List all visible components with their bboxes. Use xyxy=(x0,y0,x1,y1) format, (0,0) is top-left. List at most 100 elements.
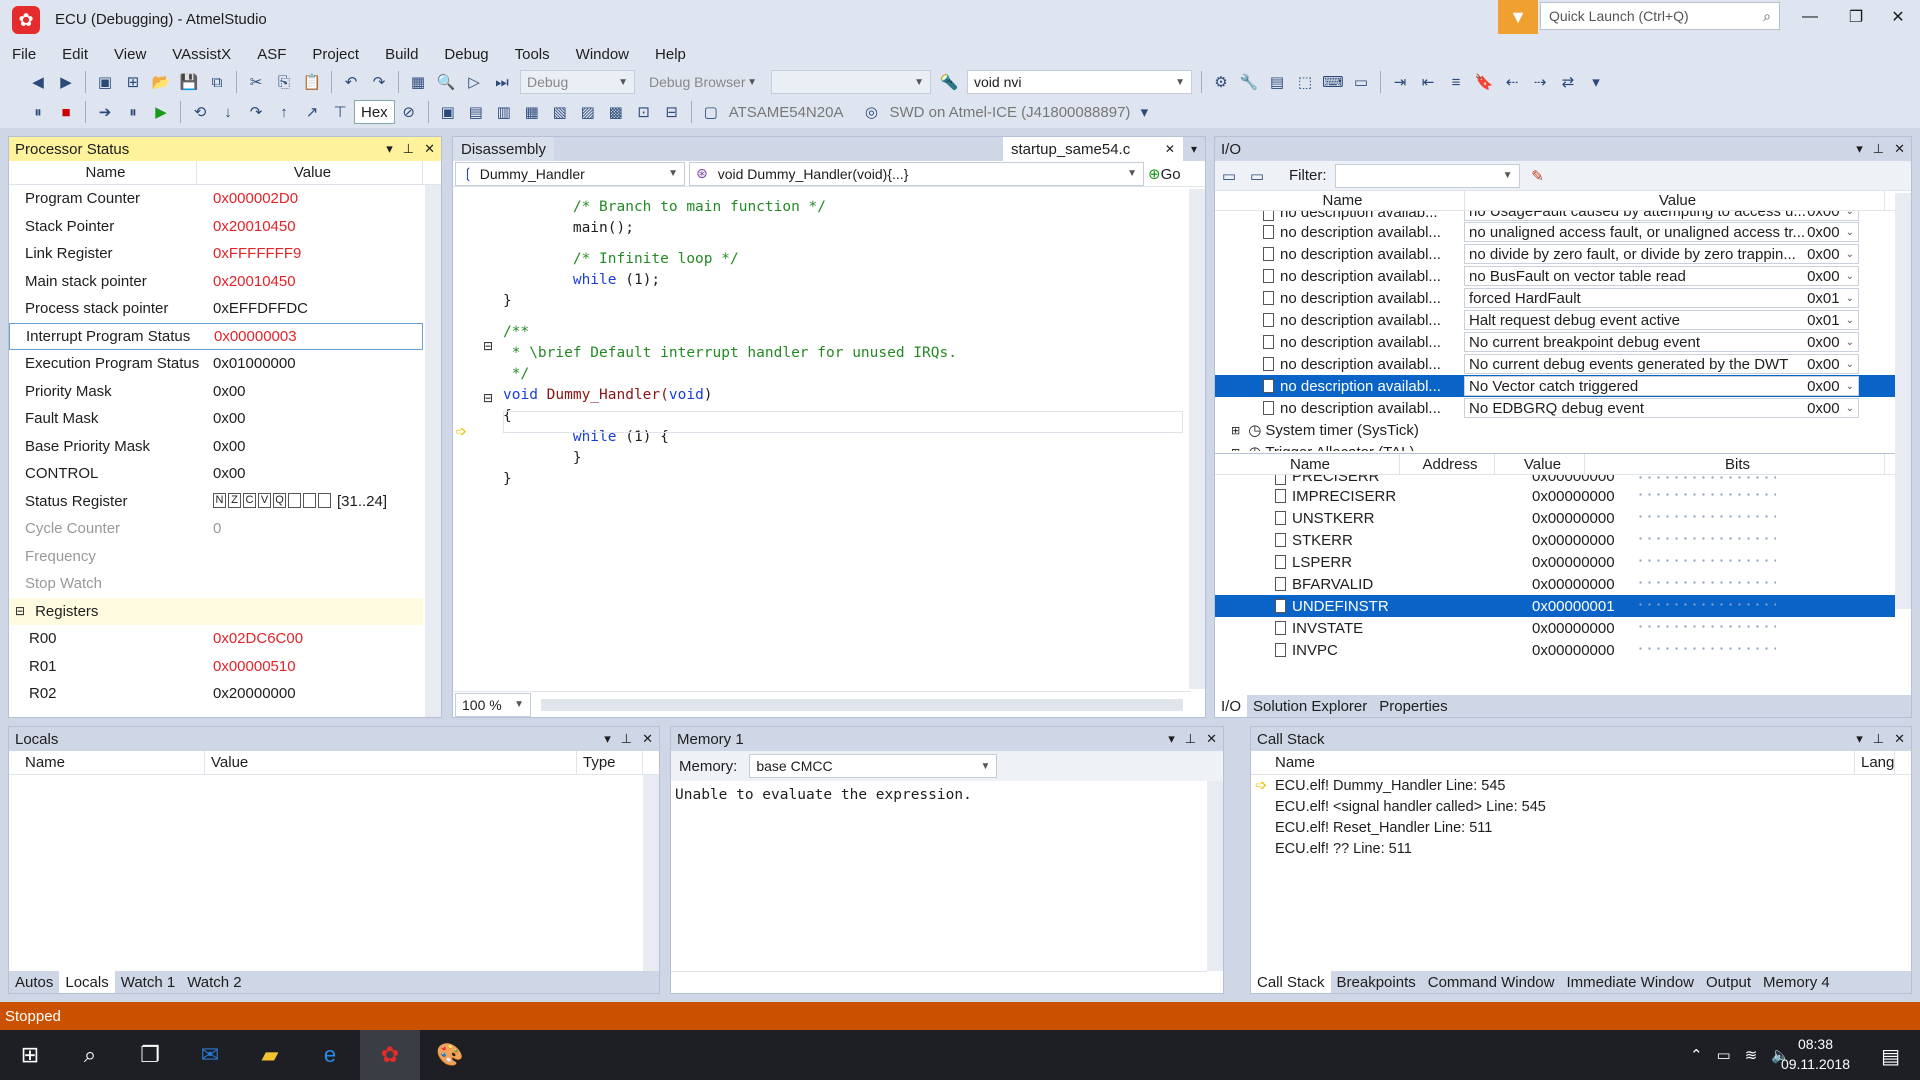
menu-project[interactable]: Project xyxy=(312,46,359,63)
callstack-frame[interactable]: ECU.elf! ?? Line: 511 xyxy=(1251,838,1911,859)
bit-grid[interactable] xyxy=(1636,600,1776,612)
io-field-row[interactable]: no description availabl... No EDBGRQ debu… xyxy=(1215,397,1895,419)
edge-icon[interactable]: e xyxy=(300,1030,360,1080)
bits-value-column-header[interactable]: Value xyxy=(1495,454,1585,474)
bitfield-row[interactable]: PRECISERR 0x00000000 xyxy=(1215,475,1895,485)
locals-scrollbar[interactable] xyxy=(643,775,659,971)
paint-icon[interactable]: 🎨 xyxy=(420,1030,480,1080)
close-icon[interactable]: ✕ xyxy=(1206,731,1217,747)
tab-i-o[interactable]: I/O xyxy=(1215,695,1248,717)
bits-name-column-header[interactable]: Name xyxy=(1215,454,1400,474)
tab-watch-2[interactable]: Watch 2 xyxy=(181,971,247,993)
name-column-header[interactable]: Name xyxy=(9,161,197,184)
view-list-icon[interactable]: ▭ xyxy=(1218,165,1240,187)
device-icon[interactable]: ▢ xyxy=(700,101,722,123)
memory-scrollbar[interactable] xyxy=(1207,781,1223,971)
dropdown-icon[interactable]: ▾ xyxy=(604,731,611,747)
pin-icon[interactable]: ⊥ xyxy=(1873,141,1884,157)
toolbar-overflow-icon[interactable]: ▾ xyxy=(1585,71,1607,93)
tool-label[interactable]: SWD on Atmel-ICE (J41800088897) xyxy=(889,104,1130,121)
menu-tools[interactable]: Tools xyxy=(515,46,550,63)
back-icon[interactable]: ◀ xyxy=(27,71,49,93)
find-combo[interactable]: void nvi ▼ xyxy=(967,70,1192,94)
bit-grid[interactable] xyxy=(1636,512,1776,524)
bitfield-row[interactable]: STKERR 0x00000000 xyxy=(1215,529,1895,551)
step-out-icon[interactable]: ↑ xyxy=(273,101,295,123)
io-field-row[interactable]: no description availabl... Halt request d… xyxy=(1215,309,1895,331)
io-field-row[interactable]: no description availabl... no BusFault on… xyxy=(1215,265,1895,287)
find-icon[interactable]: 🔍 xyxy=(435,71,457,93)
menu-edit[interactable]: Edit xyxy=(62,46,88,63)
break-all-icon[interactable]: ⏸ xyxy=(122,101,144,123)
next-bookmark-icon[interactable]: ⇢ xyxy=(1529,71,1551,93)
locals-window-icon[interactable]: ▨ xyxy=(577,101,599,123)
callstack-window-icon[interactable]: ⊟ xyxy=(661,101,683,123)
terminal-icon[interactable]: ⌨ xyxy=(1322,71,1344,93)
processor-status-row[interactable]: Fault Mask 0x00 xyxy=(9,405,423,433)
continue-icon[interactable]: ▶ xyxy=(150,101,172,123)
stop-debugging-icon[interactable]: ■ xyxy=(55,101,77,123)
debug-browser-button[interactable]: Debug Browser ▼ xyxy=(643,70,763,94)
editor-horizontal-scrollbar[interactable] xyxy=(541,698,1183,711)
close-icon[interactable]: ✕ xyxy=(424,141,435,157)
search-icon[interactable]: ⌕ xyxy=(60,1030,120,1080)
tab-list-icon[interactable]: ▾ xyxy=(1183,142,1205,156)
open-file-icon[interactable]: 📂 xyxy=(150,71,172,93)
chevron-down-icon[interactable]: ⌄ xyxy=(1846,359,1854,370)
processor-status-row[interactable]: CONTROL 0x00 xyxy=(9,460,423,488)
notification-filter-icon[interactable]: ▼ xyxy=(1498,0,1538,34)
tab-watch-1[interactable]: Watch 1 xyxy=(115,971,181,993)
bitfield-row[interactable]: INVPC 0x00000000 xyxy=(1215,639,1895,661)
status-flag-box[interactable] xyxy=(303,492,316,508)
io-field-row[interactable]: no description availabl... forced HardFau… xyxy=(1215,287,1895,309)
status-flag-box[interactable] xyxy=(288,492,301,508)
atmel-studio-icon[interactable]: ✿ xyxy=(360,1030,420,1080)
step-icon[interactable]: ⏭ xyxy=(491,71,513,93)
chevron-down-icon[interactable]: ⌄ xyxy=(1846,337,1854,348)
tab-command-window[interactable]: Command Window xyxy=(1422,971,1561,993)
tab-autos[interactable]: Autos xyxy=(9,971,59,993)
battery-icon[interactable]: ▭ xyxy=(1717,1046,1731,1064)
editor-vertical-scrollbar[interactable] xyxy=(1189,189,1205,689)
device-label[interactable]: ATSAME54N20A xyxy=(729,104,844,121)
pin-icon[interactable]: ⊥ xyxy=(1185,731,1196,747)
processor-status-row[interactable]: Main stack pointer 0x20010450 xyxy=(9,268,423,296)
watch-window-icon[interactable]: ▧ xyxy=(549,101,571,123)
pin-icon[interactable]: ⊥ xyxy=(403,141,414,157)
callstack-name-column-header[interactable]: Name xyxy=(1251,751,1855,774)
io-window-icon[interactable]: ▩ xyxy=(605,101,627,123)
bit-grid[interactable] xyxy=(1636,534,1776,546)
filter-input[interactable]: ▼ xyxy=(1334,163,1520,188)
processor-status-scrollbar[interactable] xyxy=(425,185,441,717)
processor-status-row[interactable]: Link Register 0xFFFFFFF9 xyxy=(9,240,423,268)
processor-status-row[interactable]: Execution Program Status 0x01000000 xyxy=(9,350,423,378)
restore-button[interactable]: ❐ xyxy=(1836,2,1876,32)
pin-icon[interactable]: ⊥ xyxy=(1873,731,1884,747)
status-flag-box[interactable]: N xyxy=(213,492,226,508)
io-field-value[interactable]: no UsageFault caused by attempting to ac… xyxy=(1464,211,1859,221)
io-field-row[interactable]: no description availabl... No current bre… xyxy=(1215,331,1895,353)
clock[interactable]: 08:38 09.11.2018 xyxy=(1781,1036,1850,1072)
collapse-icon[interactable]: ⊟ xyxy=(15,604,25,618)
registers-window-icon[interactable]: ▥ xyxy=(493,101,515,123)
wrench-icon[interactable]: 🔧 xyxy=(1238,71,1260,93)
clear-bookmarks-icon[interactable]: ⇄ xyxy=(1557,71,1579,93)
editor-glyph-margin[interactable]: ➩ xyxy=(453,189,469,689)
io-field-value[interactable]: no unaligned access fault, or unaligned … xyxy=(1464,222,1859,242)
quick-launch-input[interactable]: Quick Launch (Ctrl+Q) ⌕ xyxy=(1540,2,1780,30)
chevron-down-icon[interactable]: ⌄ xyxy=(1846,315,1854,326)
pin-icon[interactable]: ⊥ xyxy=(621,731,632,747)
tab-breakpoints[interactable]: Breakpoints xyxy=(1331,971,1422,993)
chevron-down-icon[interactable]: ⌄ xyxy=(1846,249,1854,260)
tab-memory-4[interactable]: Memory 4 xyxy=(1757,971,1836,993)
close-icon[interactable]: ✕ xyxy=(1894,141,1905,157)
wifi-icon[interactable]: ≋ xyxy=(1745,1046,1758,1064)
chevron-down-icon[interactable]: ⌄ xyxy=(1846,227,1854,238)
register-row[interactable]: R01 0x00000510 xyxy=(9,653,423,681)
menu-asf[interactable]: ASF xyxy=(257,46,286,63)
bitfield-row[interactable]: UNDEFINSTR 0x00000001 xyxy=(1215,595,1895,617)
status-flag-box[interactable]: Z xyxy=(228,492,241,508)
callstack-frame[interactable]: ➩ ECU.elf! Dummy_Handler Line: 545 xyxy=(1251,775,1911,796)
task-view-icon[interactable]: ❐ xyxy=(120,1030,180,1080)
bits-bits-column-header[interactable]: Bits xyxy=(1585,454,1885,474)
